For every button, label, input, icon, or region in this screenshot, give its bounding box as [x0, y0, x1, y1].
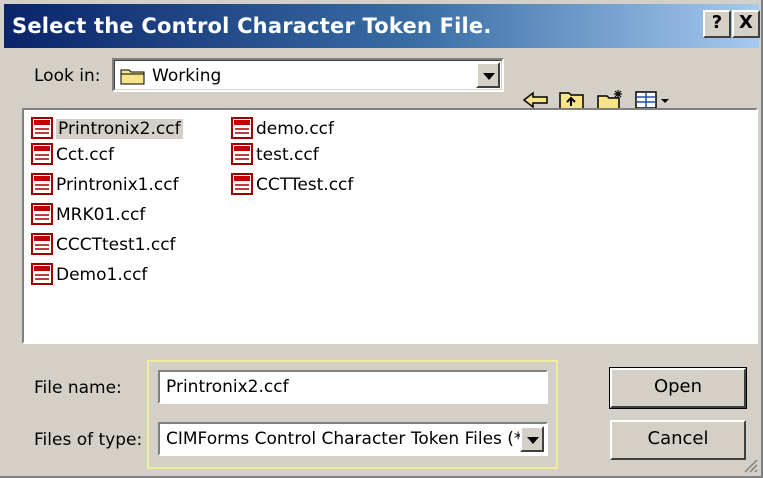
file-item[interactable]: Printronix1.ccf — [30, 172, 179, 198]
file-item[interactable]: Cct.ccf — [30, 142, 114, 168]
file-type-dropdown-arrow[interactable] — [520, 426, 544, 452]
document-icon — [31, 117, 53, 139]
document-icon — [31, 143, 53, 165]
document-icon — [31, 263, 53, 285]
file-item[interactable]: MRK01.ccf — [30, 202, 145, 228]
document-icon — [231, 117, 253, 139]
look-in-dropdown[interactable]: Working — [112, 58, 504, 92]
file-item[interactable]: test.ccf — [230, 142, 319, 168]
file-type-dropdown[interactable]: CIMForms Control Character Token Files (… — [158, 422, 548, 456]
help-button[interactable]: ? — [703, 10, 731, 38]
look-in-dropdown-arrow[interactable] — [476, 62, 500, 88]
title-bar[interactable]: Select the Control Character Token File.… — [4, 4, 760, 48]
file-open-dialog: Select the Control Character Token File.… — [0, 0, 763, 478]
document-icon — [231, 143, 253, 165]
close-button[interactable]: X — [732, 10, 760, 38]
file-item[interactable]: Demo1.ccf — [30, 262, 147, 288]
folder-icon — [120, 69, 145, 85]
file-name-value: Printronix2.ccf — [166, 377, 289, 397]
file-item[interactable]: demo.ccf — [230, 116, 334, 142]
open-button[interactable]: Open — [609, 367, 747, 409]
file-type-value: CIMForms Control Character Token Files (… — [166, 429, 538, 449]
file-list[interactable]: Printronix2.ccf Cct.ccf Printronix1.ccf … — [22, 108, 758, 344]
look-in-label: Look in: — [34, 66, 101, 86]
file-name-input[interactable]: Printronix2.ccf — [158, 370, 548, 404]
cancel-button[interactable]: Cancel — [610, 420, 746, 460]
file-item[interactable]: Printronix2.ccf — [30, 116, 183, 142]
document-icon — [31, 173, 53, 195]
file-item[interactable]: CCCTtest1.ccf — [30, 232, 176, 258]
resize-grip-icon[interactable] — [742, 457, 758, 473]
look-in-value: Working — [152, 66, 222, 86]
dialog-title: Select the Control Character Token File. — [12, 14, 492, 38]
document-icon — [231, 173, 253, 195]
file-name-label: File name: — [34, 378, 122, 398]
document-icon — [31, 233, 53, 255]
file-item[interactable]: CCTTest.ccf — [230, 172, 353, 198]
file-type-label: Files of type: — [34, 430, 143, 450]
document-icon — [31, 203, 53, 225]
